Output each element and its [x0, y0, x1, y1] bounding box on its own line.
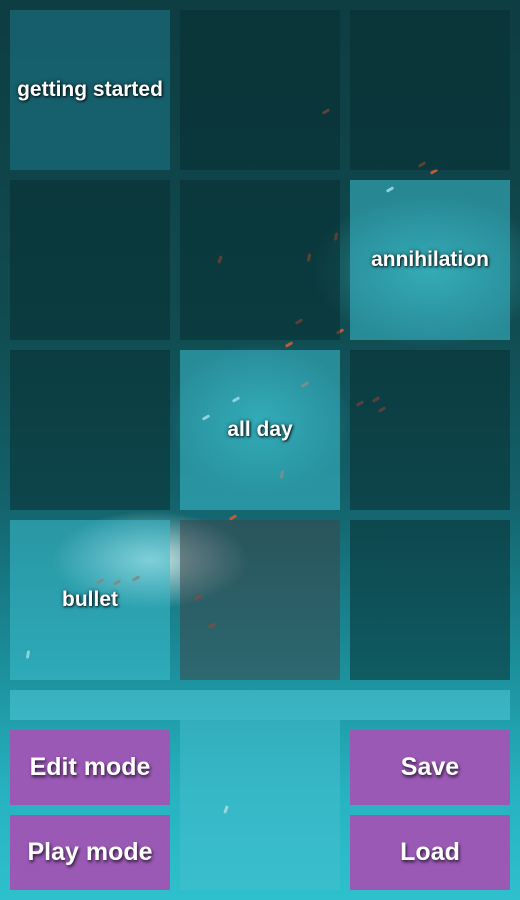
edit-mode-button[interactable]: Edit mode: [10, 730, 170, 805]
tile-annihilation[interactable]: annihilation: [350, 180, 510, 340]
tile-empty[interactable]: [350, 350, 510, 510]
tile-empty[interactable]: [10, 180, 170, 340]
tile-bullet[interactable]: bullet: [10, 520, 170, 680]
tile-label: all day: [227, 418, 293, 441]
tile-empty[interactable]: [350, 10, 510, 170]
bottom-strip: [10, 690, 510, 720]
save-button[interactable]: Save: [350, 730, 510, 805]
tile-empty[interactable]: [10, 350, 170, 510]
load-button[interactable]: Load: [350, 815, 510, 890]
tile-label: annihilation: [371, 248, 489, 271]
tile-all-day[interactable]: all day: [180, 350, 340, 510]
tile-label: getting started: [17, 78, 163, 101]
tile-empty[interactable]: [350, 520, 510, 680]
bottom-center-panel: [180, 720, 340, 890]
play-mode-button[interactable]: Play mode: [10, 815, 170, 890]
tile-empty[interactable]: [180, 520, 340, 680]
tile-getting-started[interactable]: getting started: [10, 10, 170, 170]
tile-empty[interactable]: [180, 180, 340, 340]
tile-empty[interactable]: [180, 10, 340, 170]
tile-label: bullet: [62, 588, 118, 611]
